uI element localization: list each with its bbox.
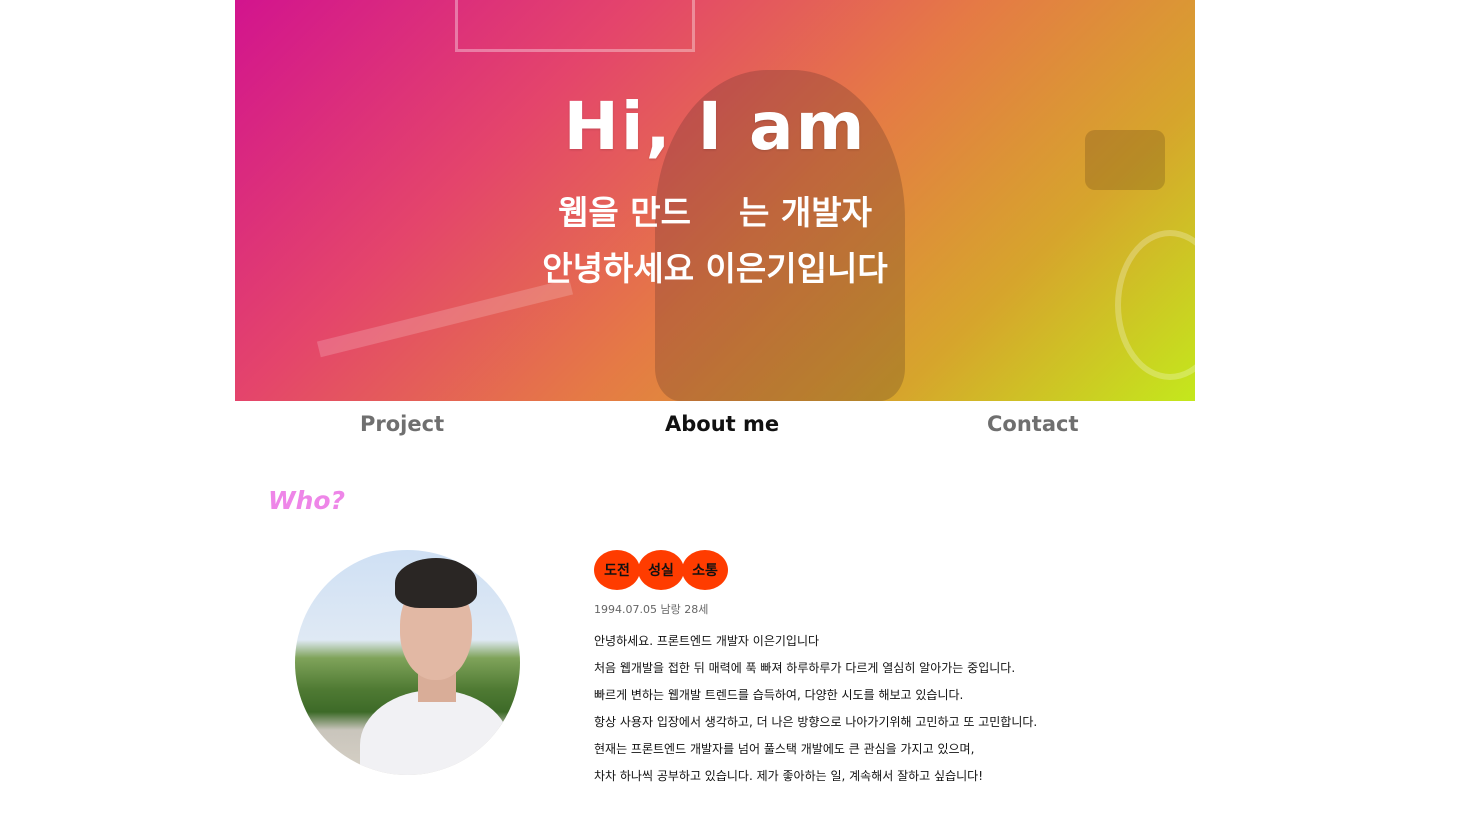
profile-photo [295,550,520,775]
intro-line: 현재는 프론트엔드 개발자를 넘어 풀스택 개발에도 큰 관심을 가지고 있으며… [594,742,975,756]
nav-project-link[interactable]: Project [360,412,444,436]
birth-info: 1994.07.05 남랑 28세 [594,603,709,616]
hero-title: Hi, I am [563,88,867,165]
keyword-tags: 도전 성실 소통 [594,550,728,590]
intro-line: 안녕하세요. 프론트엔드 개발자 이은기입니다 [594,634,820,648]
tag-communication: 소통 [682,550,728,590]
hero-subtitle-part-a: 웹을 만드 [558,193,691,232]
page: Hi, I am 웹을 만드 는 개발자 안녕하세요 이은기입니다 Project… [0,0,1481,835]
tag-sincerity: 성실 [638,550,684,590]
who-heading: Who? [268,486,346,515]
intro-line: 항상 사용자 입장에서 생각하고, 더 나은 방향으로 나아가기위해 고민하고 … [594,715,1038,729]
tag-challenge: 도전 [594,550,640,590]
hero-banner: Hi, I am 웹을 만드 는 개발자 안녕하세요 이은기입니다 [235,0,1195,401]
intro-text: 안녕하세요. 프론트엔드 개발자 이은기입니다 처음 웹개발을 접한 뒤 매력에… [594,633,1037,795]
nav-contact-link[interactable]: Contact [987,412,1079,436]
main-nav: Project About me Contact [235,412,1195,448]
hero-subtitle-line1: 웹을 만드 는 개발자 [235,186,1195,234]
intro-line: 차차 하나씩 공부하고 있습니다. 제가 좋아하는 일, 계속해서 잘하고 싶습… [594,769,984,783]
hero-subtitle-line2: 안녕하세요 이은기입니다 [542,249,888,288]
intro-line: 처음 웹개발을 접한 뒤 매력에 푹 빠져 하루하루가 다르게 열심히 알아가는… [594,661,1016,675]
hero-subtitle-part-b: 는 개발자 [739,193,872,232]
intro-line: 빠르게 변하는 웹개발 트렌드를 습득하여, 다양한 시도를 해보고 있습니다. [594,688,964,702]
nav-about-me-link[interactable]: About me [665,412,779,436]
